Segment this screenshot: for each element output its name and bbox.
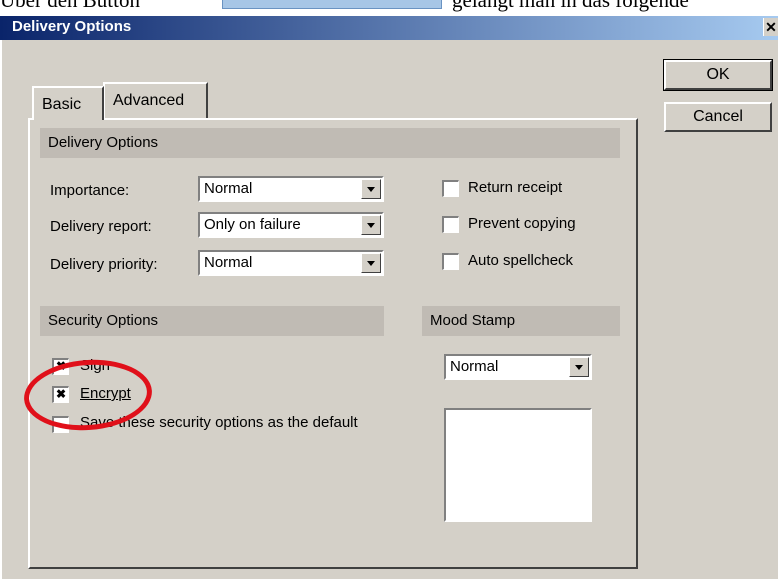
security-options-header: Security Options [40,306,384,336]
tab-advanced[interactable]: Advanced [103,82,208,120]
mood-stamp-header: Mood Stamp [422,306,620,336]
close-icon[interactable]: ✕ [763,18,778,36]
mood-stamp-select[interactable]: Normal [444,354,592,380]
tab-basic[interactable]: Basic [32,86,104,120]
mood-stamp-value: Normal [450,358,499,375]
title-bar: Delivery Options ✕ [0,16,778,40]
delivery-options-header: Delivery Options [40,128,620,158]
ok-button[interactable]: OK [663,59,773,91]
mood-stamp-preview[interactable] [444,408,592,522]
auto-spellcheck-label: Auto spellcheck [468,252,574,269]
chevron-down-icon[interactable] [361,215,381,235]
delivery-priority-value: Normal [204,254,253,271]
delivery-options-dialog: Delivery Options ✕ Advanced Basic OK Can… [0,16,778,579]
chevron-down-icon[interactable] [361,253,381,273]
delivery-report-select[interactable]: Only on failure [198,212,384,238]
auto-spellcheck-checkbox[interactable] [442,253,459,270]
delivery-report-value: Only on failure [204,216,301,233]
caption-button-image [222,0,442,9]
window-border [0,40,10,579]
return-receipt-label: Return receipt [468,179,563,196]
chevron-down-icon[interactable] [361,179,381,199]
caption-strip: Über den Button gelangt man in das folge… [0,0,778,16]
importance-value: Normal [204,180,253,197]
dialog-title: Delivery Options [12,18,132,35]
caption-prefix: Über den Button [0,0,140,12]
return-receipt-checkbox[interactable] [442,180,459,197]
prevent-copying-label: Prevent copying [468,215,576,232]
importance-label: Importance: [50,182,130,199]
delivery-priority-label: Delivery priority: [50,256,158,273]
delivery-priority-select[interactable]: Normal [198,250,384,276]
delivery-report-label: Delivery report: [50,218,152,235]
caption-suffix: gelangt man in das folgende [452,0,689,12]
prevent-copying-checkbox[interactable] [442,216,459,233]
importance-select[interactable]: Normal [198,176,384,202]
cancel-button[interactable]: Cancel [664,102,772,132]
chevron-down-icon[interactable] [569,357,589,377]
